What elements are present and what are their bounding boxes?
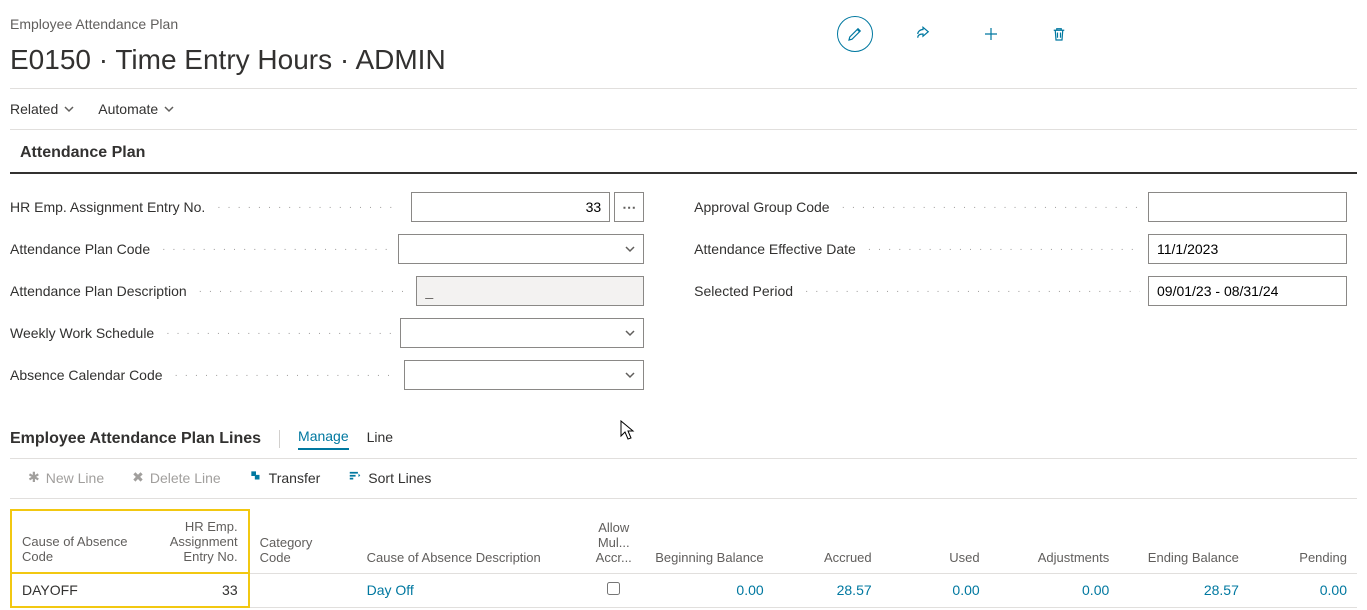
approval-group-input[interactable] [1148,192,1347,222]
attendance-plan-section-title: Attendance Plan [10,130,1357,174]
absence-calendar-code-label: Absence Calendar Code [10,367,167,383]
attendance-effective-date-label: Attendance Effective Date [694,241,860,257]
new-line-button[interactable]: ✱ New Line [28,469,104,486]
col-pending[interactable]: Pending [1249,510,1357,573]
chevron-down-icon [164,104,174,114]
col-cause-of-absence-code[interactable]: Cause of Absence Code [11,510,141,573]
col-beginning-balance[interactable]: Beginning Balance [644,510,774,573]
pencil-icon [846,25,864,43]
col-adjustments[interactable]: Adjustments [990,510,1120,573]
hr-emp-assignment-input[interactable] [411,192,610,222]
transfer-icon [249,469,263,486]
cell-ending-bal[interactable]: 28.57 [1119,573,1249,607]
cell-accrued[interactable]: 28.57 [774,573,882,607]
hr-emp-assignment-label: HR Emp. Assignment Entry No. [10,199,209,215]
ellipsis-icon: ⋯ [622,199,636,216]
cell-category[interactable] [249,573,357,607]
cell-cause-code[interactable]: DAYOFF [11,573,141,607]
selected-period-label: Selected Period [694,283,797,299]
cursor-icon [620,420,636,442]
col-accrued[interactable]: Accrued [774,510,882,573]
cell-hr-emp-no[interactable]: 33 [141,573,249,607]
col-used[interactable]: Used [882,510,990,573]
tab-line[interactable]: Line [367,429,393,449]
col-cause-of-absence-desc[interactable]: Cause of Absence Description [357,510,584,573]
allow-mul-checkbox[interactable] [607,582,620,595]
share-icon [914,25,932,43]
attendance-plan-code-label: Attendance Plan Code [10,241,154,257]
cell-allow-mul[interactable] [583,573,644,607]
absence-calendar-code-select[interactable] [404,360,644,390]
cell-pending[interactable]: 0.00 [1249,573,1357,607]
approval-group-label: Approval Group Code [694,199,833,215]
col-ending-balance[interactable]: Ending Balance [1119,510,1249,573]
weekly-work-schedule-label: Weekly Work Schedule [10,325,158,341]
new-line-icon: ✱ [28,469,40,486]
trash-icon [1050,25,1068,43]
cell-adjustments[interactable]: 0.00 [990,573,1120,607]
automate-menu[interactable]: Automate [98,101,174,117]
attendance-plan-code-select[interactable] [398,234,644,264]
share-button[interactable] [905,16,941,52]
attendance-plan-desc-input [416,276,644,306]
attendance-effective-date-input[interactable] [1148,234,1347,264]
edit-button[interactable] [837,16,873,52]
col-allow-mul[interactable]: Allow Mul... Accr... [583,510,644,573]
weekly-work-schedule-select[interactable] [400,318,644,348]
cell-begin-bal[interactable]: 0.00 [644,573,774,607]
chevron-down-icon [64,104,74,114]
delete-line-button[interactable]: ✖ Delete Line [132,469,221,486]
delete-line-icon: ✖ [132,469,144,486]
cell-cause-desc[interactable]: Day Off [357,573,584,607]
new-button[interactable] [973,16,1009,52]
chevron-down-icon [625,370,635,380]
related-menu[interactable]: Related [10,101,74,117]
sort-icon [348,469,362,486]
plus-icon [982,25,1000,43]
delete-button[interactable] [1041,16,1077,52]
chevron-down-icon [625,328,635,338]
sort-lines-button[interactable]: Sort Lines [348,469,431,486]
tab-manage[interactable]: Manage [298,428,349,450]
transfer-button[interactable]: Transfer [249,469,321,486]
attendance-plan-desc-label: Attendance Plan Description [10,283,191,299]
breadcrumb: Employee Attendance Plan [10,16,446,32]
chevron-down-icon [625,244,635,254]
table-row[interactable]: DAYOFF 33 Day Off 0.00 28.57 0.00 0.00 2… [11,573,1357,607]
cell-used[interactable]: 0.00 [882,573,990,607]
page-title: E0150 · Time Entry Hours · ADMIN [10,44,446,76]
hr-emp-lookup-button[interactable]: ⋯ [614,192,644,222]
lines-section-title: Employee Attendance Plan Lines [10,430,261,448]
col-hr-emp-entry-no[interactable]: HR Emp. Assignment Entry No. [141,510,249,573]
col-category-code[interactable]: Category Code [249,510,357,573]
selected-period-input[interactable] [1148,276,1347,306]
